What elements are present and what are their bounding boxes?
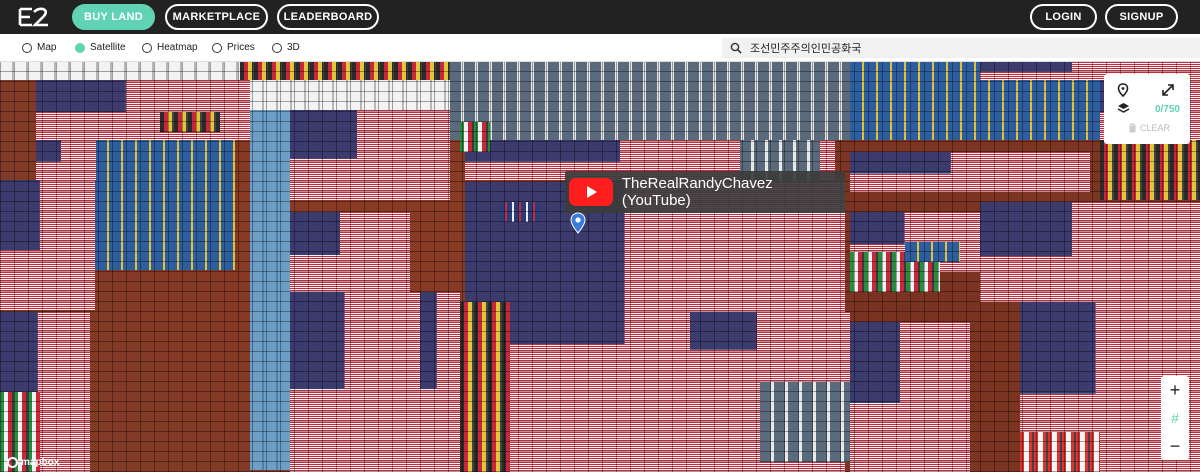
layer-toolbar: Map Satellite Heatmap Prices 3D 조선민주주의인민… (0, 34, 1200, 62)
selection-count: 0/750 (1154, 104, 1180, 115)
layer-option-satellite[interactable]: Satellite (75, 42, 126, 53)
location-pin-icon[interactable] (1117, 83, 1129, 97)
buy-land-button[interactable]: BUY LAND (72, 4, 155, 30)
layer-label: Map (37, 42, 57, 53)
land-tiles (0, 62, 1200, 472)
search-value: 조선민주주의인민공화국 (750, 43, 862, 55)
clear-button[interactable]: CLEAR (1128, 123, 1170, 133)
youtube-icon (569, 178, 613, 206)
mapbox-attribution[interactable]: mapbox (7, 457, 59, 468)
map-canvas[interactable]: TheRealRandyChavez (YouTube) 0/750 CLEAR… (0, 62, 1200, 472)
search-icon (730, 42, 742, 54)
e2-logo-icon[interactable] (18, 6, 50, 28)
attribution-text: mapbox (21, 457, 60, 468)
signup-button[interactable]: SIGNUP (1105, 4, 1178, 30)
search-input[interactable]: 조선민주주의인민공화국 (722, 38, 1200, 58)
layer-option-map[interactable]: Map (22, 42, 56, 53)
owner-tooltip: TheRealRandyChavez (YouTube) (565, 171, 845, 213)
radio-selected-icon (75, 42, 85, 53)
zoom-in-button[interactable]: + (1161, 376, 1189, 404)
radio-icon (272, 42, 282, 53)
login-button[interactable]: LOGIN (1030, 4, 1097, 30)
layer-label: Heatmap (157, 42, 198, 53)
zoom-out-button[interactable]: − (1161, 432, 1189, 460)
radio-icon (212, 42, 222, 53)
grid-toggle-button[interactable]: # (1161, 404, 1189, 432)
selection-panel: 0/750 CLEAR (1104, 74, 1190, 144)
tile-grid (0, 62, 1200, 472)
layers-icon[interactable] (1117, 102, 1130, 114)
layer-option-prices[interactable]: Prices (212, 42, 255, 53)
owner-name: TheRealRandyChavez (YouTube) (621, 175, 773, 209)
expand-icon[interactable] (1161, 83, 1175, 97)
layer-label: Satellite (90, 42, 126, 53)
trash-icon (1129, 123, 1136, 133)
clear-label: CLEAR (1140, 123, 1171, 133)
marketplace-button[interactable]: MARKETPLACE (165, 4, 268, 30)
layer-label: Prices (227, 42, 255, 53)
zoom-control: + # − (1161, 376, 1189, 460)
mapbox-logo-icon (7, 457, 18, 468)
layer-option-heatmap[interactable]: Heatmap (142, 42, 198, 53)
radio-icon (22, 42, 32, 53)
layer-option-3d[interactable]: 3D (272, 42, 300, 53)
layer-label: 3D (287, 42, 300, 53)
top-navigation-bar: BUY LAND MARKETPLACE LEADERBOARD LOGIN S… (0, 0, 1200, 34)
location-marker-icon[interactable] (570, 212, 586, 234)
radio-icon (142, 42, 152, 53)
leaderboard-button[interactable]: LEADERBOARD (277, 4, 379, 30)
